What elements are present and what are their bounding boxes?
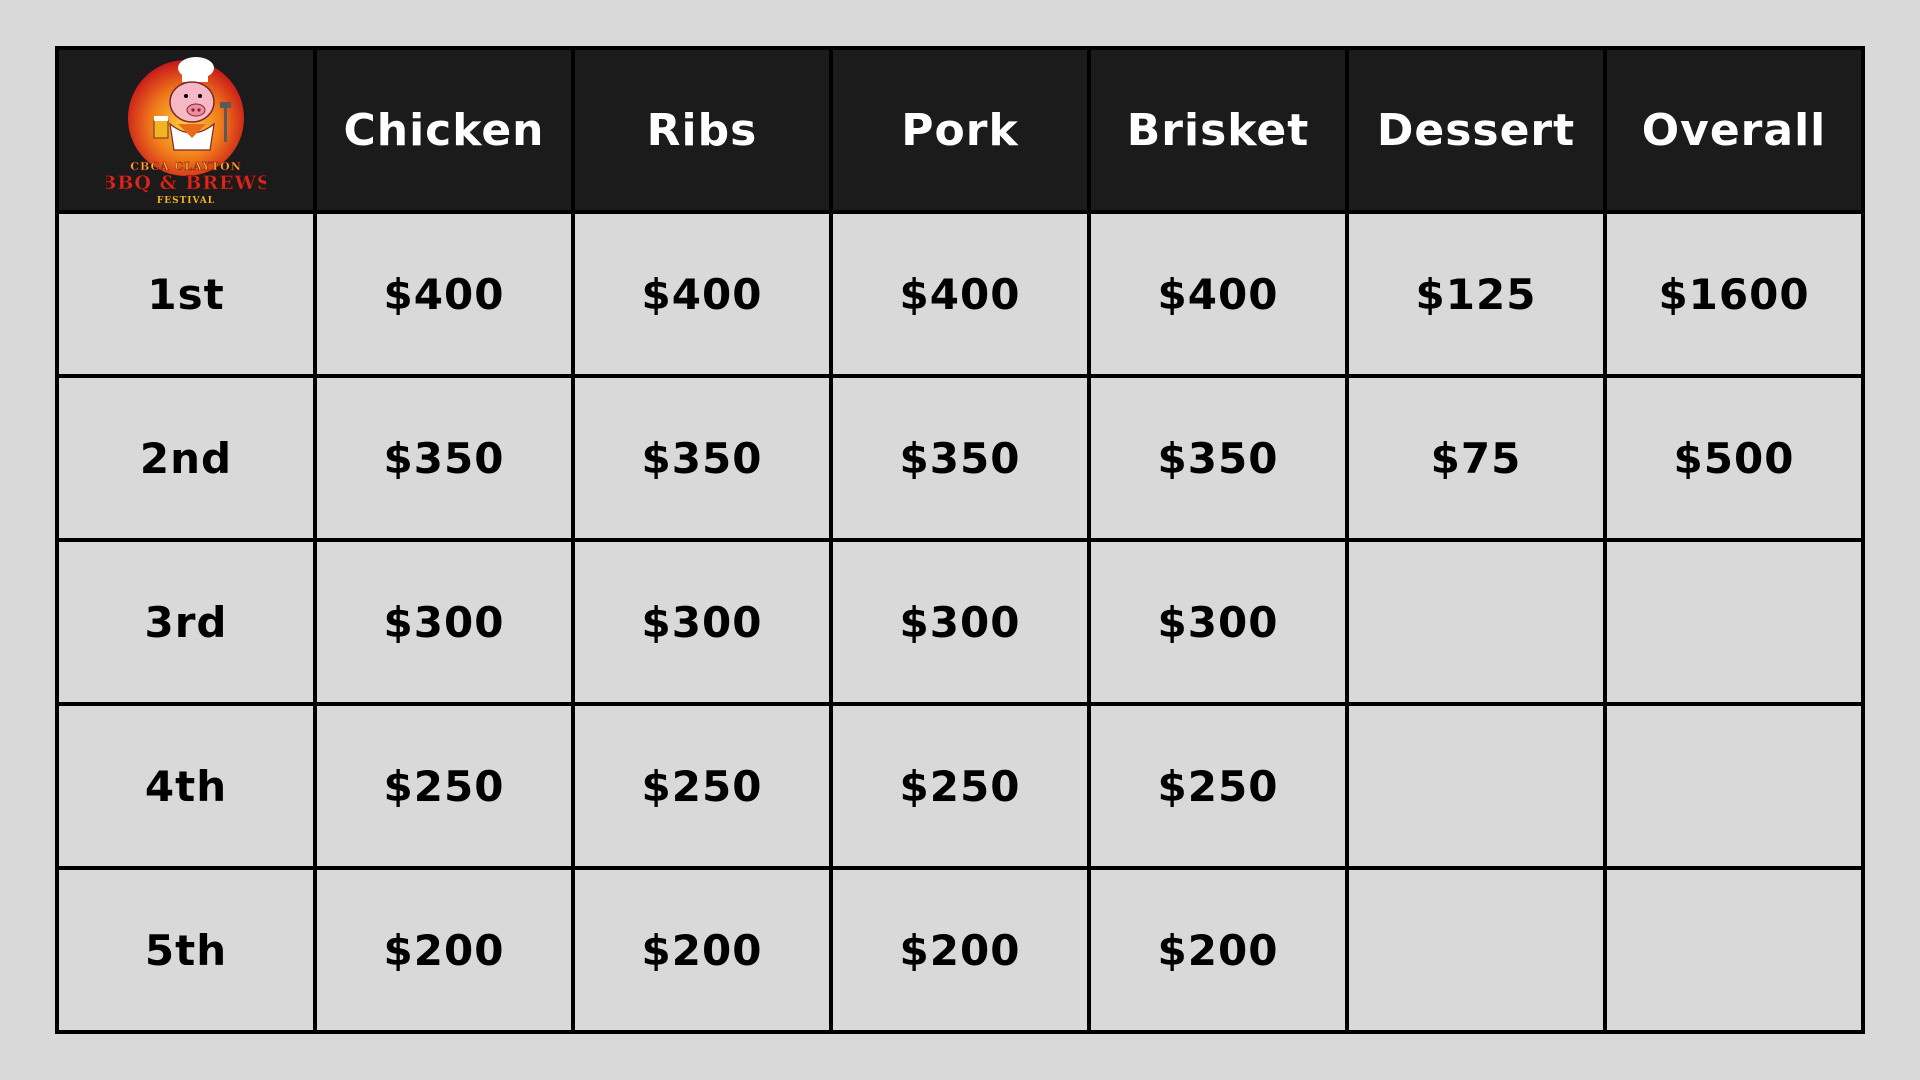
prize-cell: $300: [829, 538, 1091, 706]
column-header-dessert: Dessert: [1345, 46, 1607, 214]
prize-table-header: CBCA CLAYTON BBQ & BREWS FESTIVAL Chicke…: [55, 46, 1865, 214]
place-label: 3rd: [55, 538, 317, 706]
prize-cell: $300: [1087, 538, 1349, 706]
prize-cell: [1345, 538, 1607, 706]
prize-cell: $1600: [1603, 210, 1865, 378]
prize-cell: $350: [571, 374, 833, 542]
logo-line2: BBQ & BREWS: [106, 172, 266, 194]
table-row: 5th $200 $200 $200 $200: [55, 866, 1865, 1034]
prize-cell: $200: [571, 866, 833, 1034]
festival-logo: CBCA CLAYTON BBQ & BREWS FESTIVAL: [106, 57, 266, 206]
prize-cell: $250: [1087, 702, 1349, 870]
prize-table-body: 1st $400 $400 $400 $400 $125 $1600 2nd $…: [55, 210, 1865, 1034]
prize-cell: $350: [313, 374, 575, 542]
prize-cell: $250: [571, 702, 833, 870]
table-row: 2nd $350 $350 $350 $350 $75 $500: [55, 374, 1865, 542]
prize-cell: $300: [313, 538, 575, 706]
prize-cell: $400: [1087, 210, 1349, 378]
logo-line3: FESTIVAL: [157, 196, 215, 206]
column-header-brisket: Brisket: [1087, 46, 1349, 214]
header-row: CBCA CLAYTON BBQ & BREWS FESTIVAL Chicke…: [55, 46, 1865, 214]
prize-cell: $200: [829, 866, 1091, 1034]
column-header-ribs: Ribs: [571, 46, 833, 214]
place-label: 5th: [55, 866, 317, 1034]
table-row: 3rd $300 $300 $300 $300: [55, 538, 1865, 706]
prize-cell: $200: [1087, 866, 1349, 1034]
logo-cell: CBCA CLAYTON BBQ & BREWS FESTIVAL: [55, 46, 317, 214]
prize-cell: [1345, 702, 1607, 870]
place-label: 2nd: [55, 374, 317, 542]
place-label: 1st: [55, 210, 317, 378]
table-row: 4th $250 $250 $250 $250: [55, 702, 1865, 870]
prize-cell: [1603, 866, 1865, 1034]
prize-cell: $400: [571, 210, 833, 378]
prize-cell: $400: [829, 210, 1091, 378]
prize-cell: $500: [1603, 374, 1865, 542]
column-header-overall: Overall: [1603, 46, 1865, 214]
column-header-chicken: Chicken: [313, 46, 575, 214]
prize-cell: [1345, 866, 1607, 1034]
prize-cell: $125: [1345, 210, 1607, 378]
prize-cell: $350: [1087, 374, 1349, 542]
prize-cell: $250: [829, 702, 1091, 870]
place-label: 4th: [55, 702, 317, 870]
prize-cell: $350: [829, 374, 1091, 542]
prize-cell: $300: [571, 538, 833, 706]
prize-table: CBCA CLAYTON BBQ & BREWS FESTIVAL Chicke…: [55, 46, 1865, 1034]
prize-cell: $400: [313, 210, 575, 378]
prize-cell: $200: [313, 866, 575, 1034]
table-row: 1st $400 $400 $400 $400 $125 $1600: [55, 210, 1865, 378]
prize-cell: $75: [1345, 374, 1607, 542]
prize-cell: [1603, 702, 1865, 870]
prize-cell: $250: [313, 702, 575, 870]
column-header-pork: Pork: [829, 46, 1091, 214]
prize-cell: [1603, 538, 1865, 706]
